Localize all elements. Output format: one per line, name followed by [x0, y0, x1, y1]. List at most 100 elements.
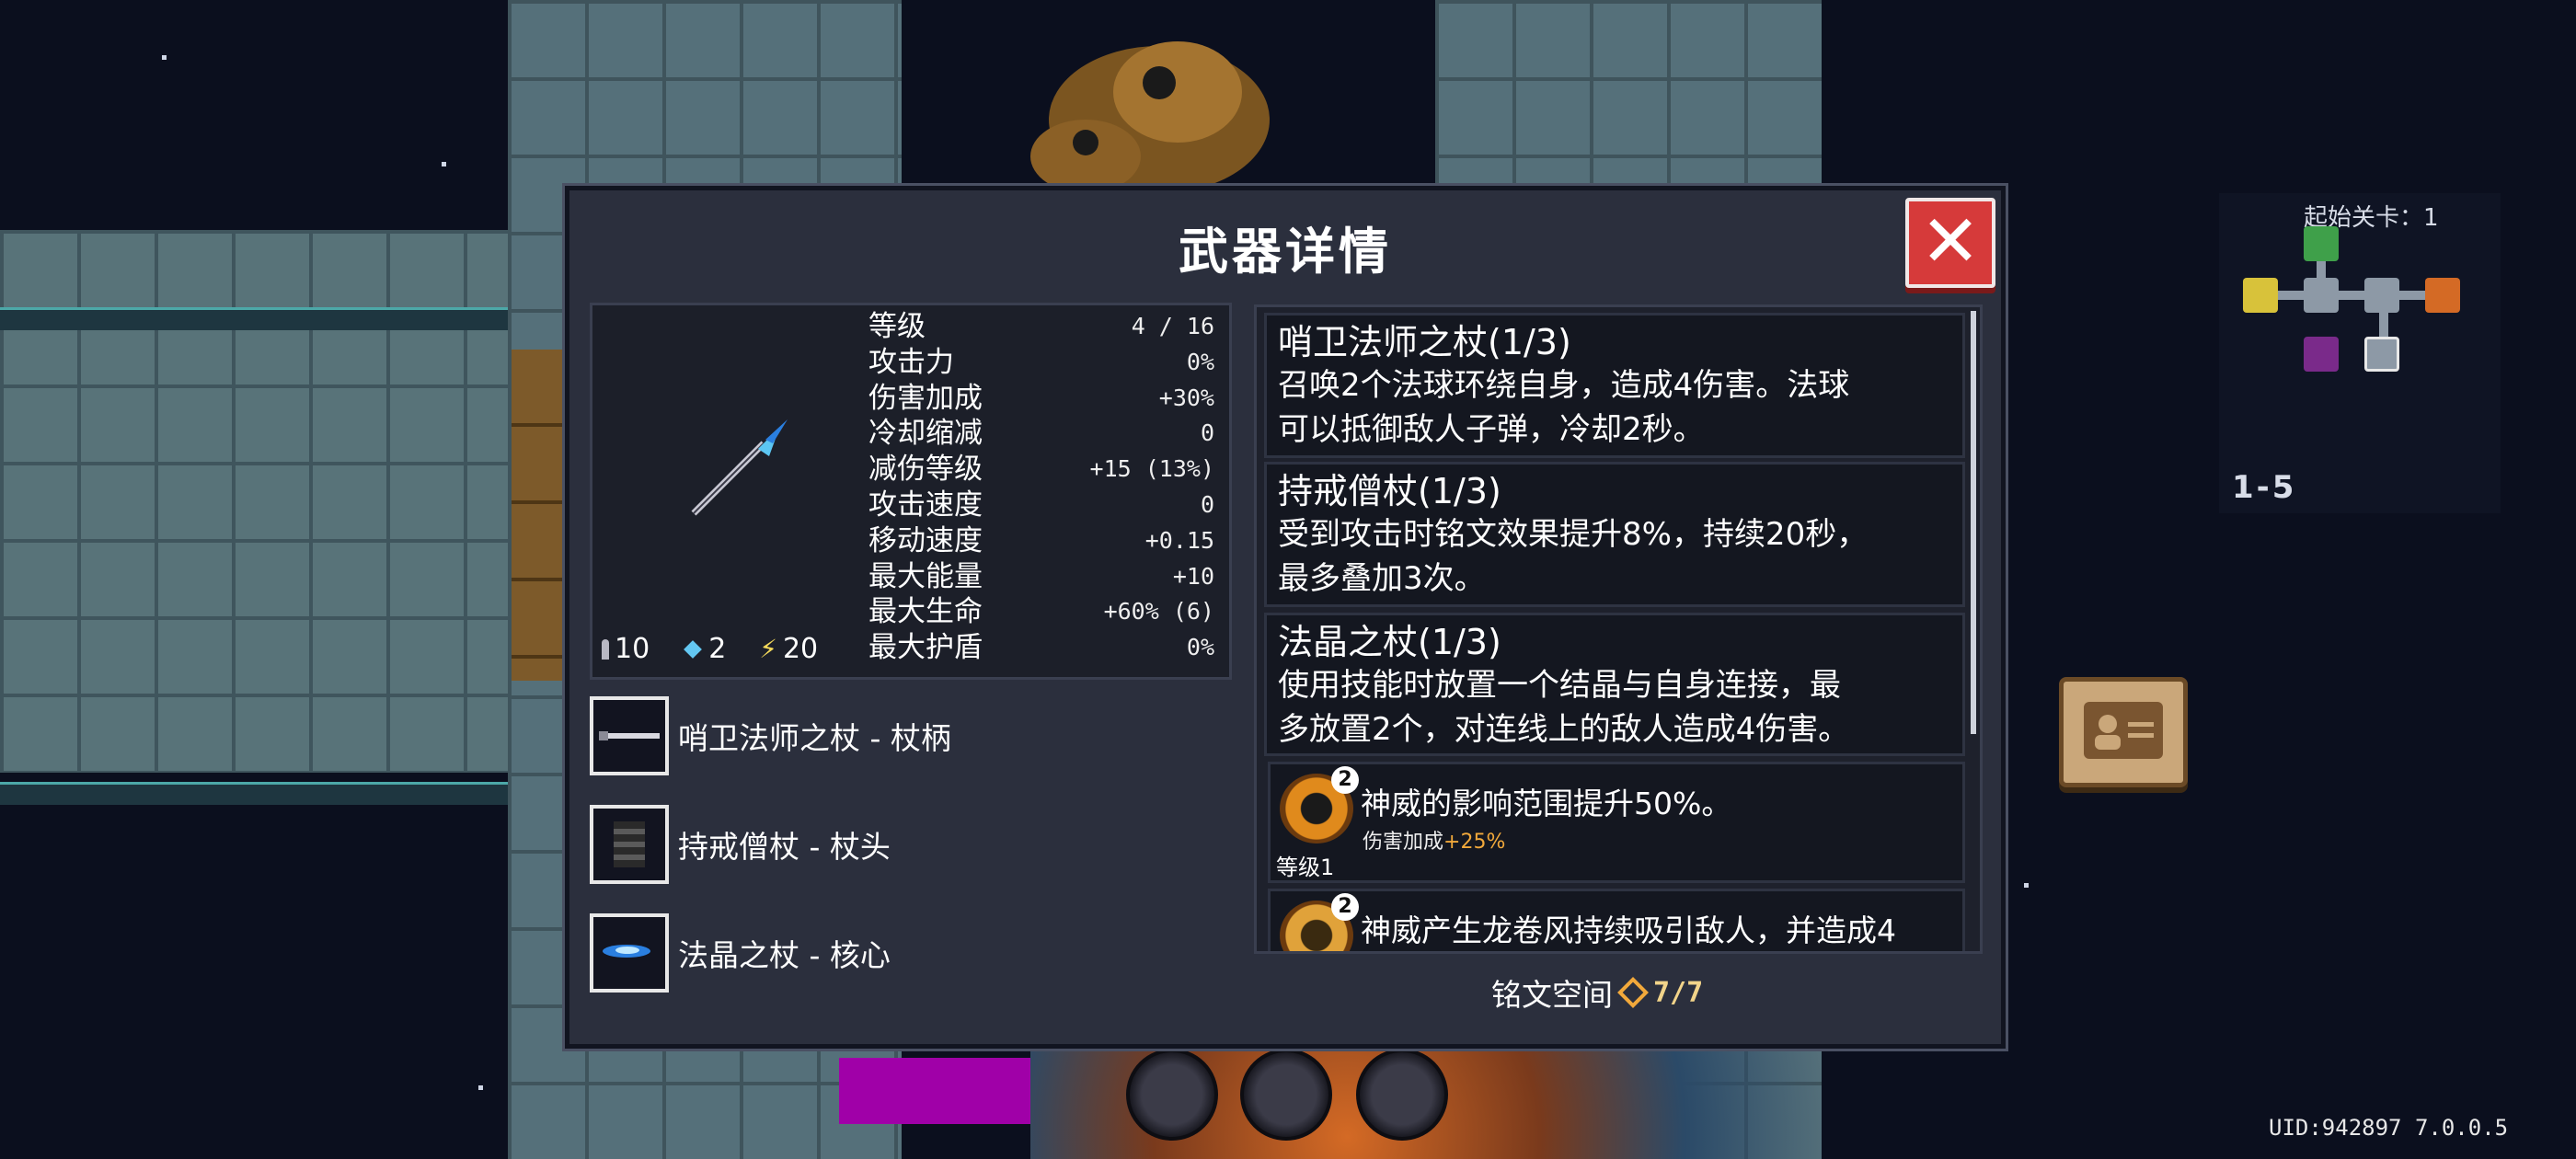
minimap-room-shop — [2425, 278, 2460, 313]
skill-orb-2[interactable] — [1240, 1049, 1332, 1141]
effect-title: 持戒僧杖(1/3) — [1278, 471, 1501, 511]
rune-card[interactable]: 2 神威的影响范围提升50%。 伤害加成+25% 等级1 — [1268, 762, 1965, 883]
rune-sub-bonus: +25% — [1443, 831, 1506, 854]
set-effect-card: 法晶之杖(1/3) 使用技能时放置一个结晶与自身连接，最 多放置2个，对连线上的… — [1264, 613, 1965, 756]
part-row-core[interactable]: 法晶之杖 - 核心 — [590, 910, 891, 996]
boss-creature — [1030, 41, 1270, 193]
rune-badge: 2 — [1331, 766, 1359, 794]
rune-card[interactable]: 2 神威产生龙卷风持续吸引敌人，并造成4 — [1268, 889, 1965, 951]
star — [162, 55, 167, 60]
effect-desc: 最多叠加3次。 — [1278, 560, 1486, 597]
rune-sub-label: 伤害加成 — [1363, 831, 1444, 854]
stat-row: 伤害加成 +30% — [868, 381, 1214, 417]
dialog-title: 武器详情 — [1179, 223, 1392, 281]
effect-desc: 召唤2个法球环绕自身，造成4伤害。法球 — [1278, 367, 1850, 404]
rune-sub: 伤害加成+25% — [1363, 825, 1505, 855]
stat-row: 攻击力 0% — [868, 345, 1214, 381]
diamond-icon — [684, 639, 703, 659]
stat-value: +60% (6) — [1103, 598, 1214, 625]
skill-orb-1[interactable] — [1126, 1049, 1218, 1141]
stat-value: 0% — [1186, 348, 1214, 375]
inscription-count: 7/7 — [1653, 976, 1704, 1009]
effect-title: 哨卫法师之杖(1/3) — [1278, 322, 1571, 362]
star — [478, 1085, 483, 1090]
stat-list: 等级 4 / 16 攻击力 0% 伤害加成 +30% 冷却缩减 0 减伤等级 +15 (1… — [868, 309, 1214, 666]
part-label: 法晶之杖 - 核心 — [678, 937, 891, 973]
star — [2024, 883, 2029, 888]
bullet-value: 10 — [615, 633, 650, 665]
weapon-details-dialog: 武器详情 ✕ 10 2 ⚡ 20 等级 4 / 16 攻击力 0% 伤害加成 +… — [562, 183, 2008, 1051]
stat-row: 最大能量 +10 — [868, 559, 1214, 595]
effect-desc: 可以抵御敌人子弹，冷却2秒。 — [1278, 411, 1705, 448]
inscription-slots: 铭文空间 7/7 — [1491, 970, 1703, 1015]
stat-label: 攻击速度 — [868, 488, 983, 522]
stat-value: +10 — [1172, 562, 1214, 590]
close-button[interactable]: ✕ — [1905, 198, 1995, 288]
minimap-room-start — [2304, 226, 2339, 261]
effects-panel[interactable]: 哨卫法师之杖(1/3) 召唤2个法球环绕自身，造成4伤害。法球 可以抵御敌人子弹… — [1254, 304, 1983, 954]
set-effect-card: 持戒僧杖(1/3) 受到攻击时铭文效果提升8%，持续20秒， 最多叠加3次。 — [1264, 462, 1965, 607]
charge-resource: ⚡ 20 — [759, 633, 818, 665]
stat-label: 等级 — [868, 310, 926, 343]
stat-row: 最大生命 +60% (6) — [868, 594, 1214, 630]
stat-label: 移动速度 — [868, 523, 983, 557]
bullet-resource: 10 — [602, 633, 650, 665]
rune-text: 神威的影响范围提升50%。 — [1361, 786, 1732, 821]
weapon-stats-panel: 10 2 ⚡ 20 等级 4 / 16 攻击力 0% 伤害加成 +30% 冷却缩减 0 … — [590, 303, 1232, 680]
energy-resource: 2 — [683, 633, 726, 665]
crystal-core-icon — [590, 913, 669, 993]
minimap-link — [2265, 291, 2431, 300]
profile-card-button[interactable] — [2059, 677, 2188, 787]
minimap[interactable]: 起始关卡：1 1-5 — [2219, 193, 2501, 513]
set-effect-card: 哨卫法师之杖(1/3) 召唤2个法球环绕自身，造成4伤害。法球 可以抵御敌人子弹… — [1264, 313, 1965, 458]
rune-badge: 2 — [1331, 893, 1359, 921]
profile-card-icon — [2084, 702, 2163, 759]
stat-label: 伤害加成 — [868, 381, 983, 415]
effects-scrollbar[interactable] — [1971, 311, 1976, 734]
minimap-room — [2304, 278, 2339, 313]
staff-handle-icon — [590, 696, 669, 775]
stat-value: +0.15 — [1144, 526, 1214, 554]
star — [442, 162, 446, 166]
stat-value: +15 (13%) — [1089, 455, 1214, 483]
effect-desc: 受到攻击时铭文效果提升8%，持续20秒， — [1278, 516, 1869, 553]
minimap-room-treasure — [2243, 278, 2278, 313]
staff-head-icon — [590, 805, 669, 884]
stat-value: 0% — [1186, 634, 1214, 661]
stat-row: 冷却缩减 0 — [868, 416, 1214, 452]
stat-value: 4 / 16 — [1131, 313, 1214, 339]
stat-value: +30% — [1158, 384, 1214, 411]
stat-row: 等级 4 / 16 — [868, 309, 1214, 345]
minimap-room-current — [2364, 337, 2399, 372]
effect-desc: 多放置2个，对连线上的敌人造成4伤害。 — [1278, 711, 1850, 748]
ice-staff-icon — [691, 419, 788, 516]
stat-label: 攻击力 — [868, 345, 954, 379]
stat-row: 移动速度 +0.15 — [868, 523, 1214, 559]
part-label: 持戒僧杖 - 杖头 — [678, 829, 891, 865]
stat-value: 0 — [1200, 419, 1214, 447]
rune-text: 神威产生龙卷风持续吸引敌人，并造成4 — [1361, 912, 1896, 948]
bullet-icon — [602, 638, 609, 660]
charge-value: 20 — [782, 633, 819, 665]
stat-row: 攻击速度 0 — [868, 488, 1214, 523]
energy-value: 2 — [708, 633, 727, 665]
stat-label: 最大护盾 — [868, 631, 983, 665]
stat-row: 减伤等级 +15 (13%) — [868, 452, 1214, 488]
wooden-crates — [512, 350, 567, 681]
effect-title: 法晶之杖(1/3) — [1278, 622, 1501, 662]
part-row-handle[interactable]: 哨卫法师之杖 - 杖柄 — [590, 693, 951, 779]
stat-label: 冷却缩减 — [868, 417, 983, 451]
stat-label: 最大生命 — [868, 595, 983, 629]
purple-block — [839, 1058, 1030, 1124]
weapon-resources: 10 2 ⚡ 20 — [602, 633, 818, 665]
part-row-head[interactable]: 持戒僧杖 - 杖头 — [590, 801, 891, 888]
inscription-diamond-icon — [1617, 977, 1649, 1008]
effect-desc: 使用技能时放置一个结晶与自身连接，最 — [1278, 667, 1841, 704]
stat-row: 最大护盾 0% — [868, 630, 1214, 666]
skill-orb-3[interactable] — [1356, 1049, 1448, 1141]
lightning-icon: ⚡ — [759, 634, 777, 664]
floor-level-label: 1-5 — [2232, 469, 2297, 506]
stat-label: 最大能量 — [868, 559, 983, 593]
rune-level: 等级1 — [1276, 855, 1335, 880]
uid-version-label: UID:942897 7.0.0.5 — [2269, 1115, 2509, 1141]
